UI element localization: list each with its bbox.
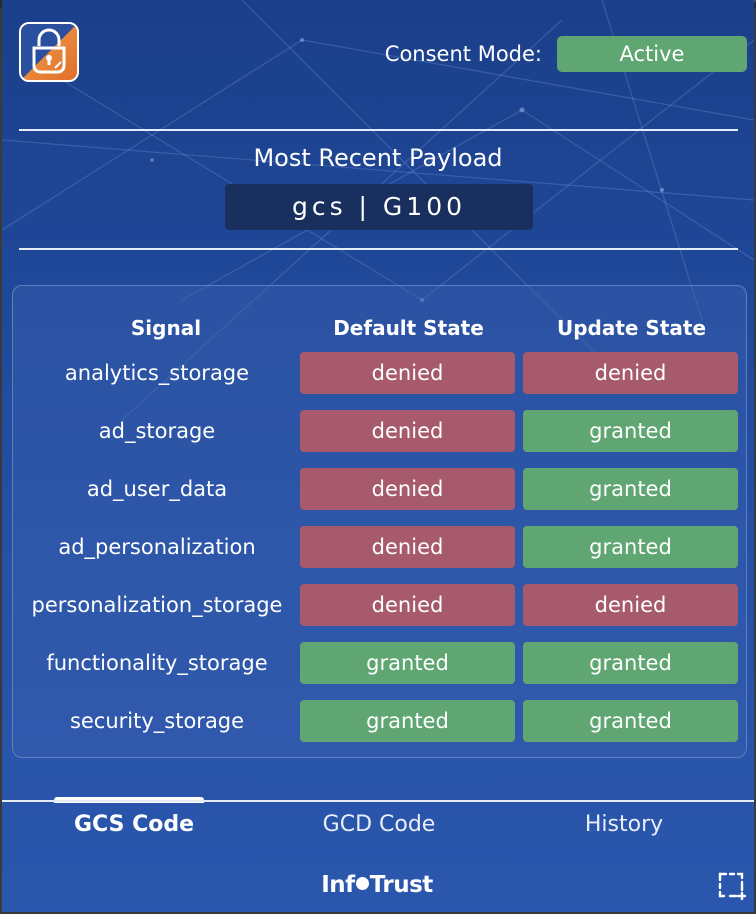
update-state-badge: granted [523, 468, 738, 510]
consent-mode-label: Consent Mode: [384, 42, 542, 66]
infotrust-logo: Inf Trust [302, 872, 452, 898]
brand-text-right: Trust [369, 872, 434, 898]
default-state-badge: denied [300, 410, 515, 452]
crop-selection-icon[interactable] [718, 872, 746, 900]
update-state-badge: granted [523, 642, 738, 684]
signal-name: security_storage [69, 709, 245, 733]
signal-name: functionality_storage [46, 651, 268, 675]
default-state-badge: granted [300, 642, 515, 684]
tab-gcs-code[interactable]: GCS Code [34, 812, 234, 842]
signal-name: personalization_storage [31, 593, 283, 617]
signal-name: ad_user_data [86, 477, 228, 501]
update-state-badge: granted [523, 526, 738, 568]
update-state-badge: denied [523, 352, 738, 394]
column-header-default-state: Default State [333, 316, 484, 340]
signal-name: analytics_storage [64, 361, 250, 385]
signal-name: ad_personalization [58, 535, 256, 559]
padlock-shield-icon [19, 22, 79, 82]
default-state-badge: denied [300, 352, 515, 394]
update-state-badge: denied [523, 584, 738, 626]
column-header-update-state: Update State [556, 316, 707, 340]
divider-bottom [19, 248, 738, 250]
default-state-badge: denied [300, 526, 515, 568]
signal-name: ad_storage [98, 419, 216, 443]
default-state-badge: denied [300, 584, 515, 626]
update-state-badge: granted [523, 700, 738, 742]
default-state-badge: denied [300, 468, 515, 510]
tab-history[interactable]: History [524, 812, 724, 842]
payload-value: gcs | G100 [225, 184, 533, 230]
default-state-badge: granted [300, 700, 515, 742]
brand-swoosh-icon [355, 877, 369, 890]
brand-text-left: Inf [321, 872, 355, 898]
payload-title: Most Recent Payload [253, 144, 503, 172]
tab-gcd-code[interactable]: GCD Code [279, 812, 479, 842]
divider-top [19, 129, 738, 131]
tab-bar-divider [2, 800, 754, 802]
column-header-signal: Signal [130, 316, 202, 340]
update-state-badge: granted [523, 410, 738, 452]
extension-popup: Consent Mode: Active Most Recent Payload… [2, 0, 754, 912]
consent-status-badge: Active [557, 36, 747, 72]
